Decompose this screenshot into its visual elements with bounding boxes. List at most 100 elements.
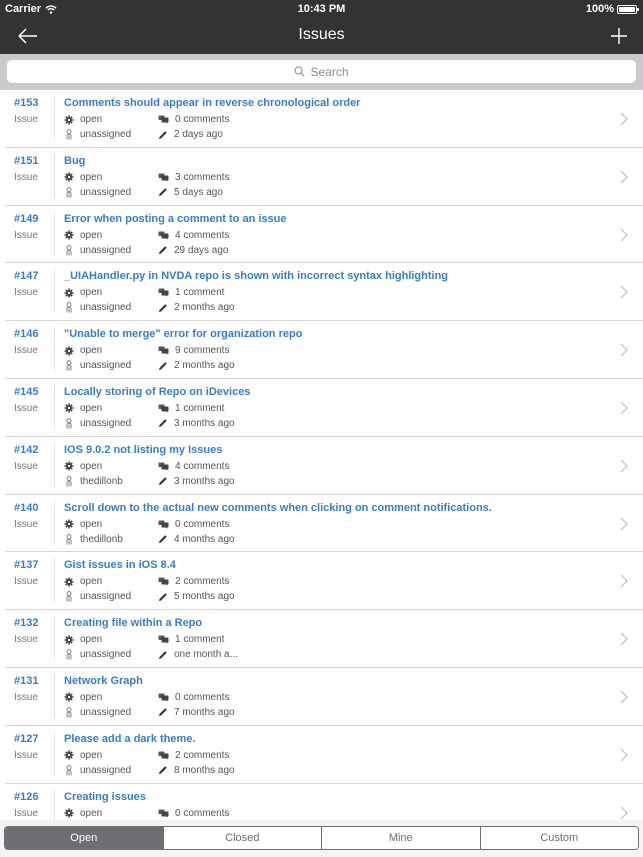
issue-row[interactable]: #140 Issue Scroll down to the actual new… xyxy=(5,495,643,553)
comments-icon xyxy=(158,346,169,355)
issue-state: open xyxy=(64,172,102,183)
gear-icon xyxy=(64,461,74,471)
row-divider xyxy=(54,153,55,198)
filter-tab-custom[interactable]: Custom xyxy=(479,827,638,849)
filter-tab-closed[interactable]: Closed xyxy=(162,827,321,849)
issue-assignee: unassigned xyxy=(64,360,131,371)
issue-type: Issue xyxy=(14,749,38,761)
issue-row[interactable]: #142 Issue IOS 9.0.2 not listing my Issu… xyxy=(5,437,643,495)
navigation-bar: Issues xyxy=(0,18,643,54)
gear-icon xyxy=(64,346,74,356)
chevron-right-icon xyxy=(620,517,628,531)
chevron-right-icon xyxy=(620,112,628,126)
issue-assignee: unassigned xyxy=(64,245,131,256)
filter-tab-open[interactable]: Open xyxy=(5,827,163,849)
updated-label: 4 months ago xyxy=(174,533,235,545)
state-label: open xyxy=(80,518,103,530)
row-divider xyxy=(54,327,55,372)
gear-icon xyxy=(64,115,74,124)
chevron-right-icon xyxy=(620,343,628,357)
issue-number: #147 xyxy=(14,270,39,283)
issue-type: Issue xyxy=(14,402,38,414)
person-icon xyxy=(66,707,72,718)
issue-id-block: #146 Issue xyxy=(14,328,54,356)
issue-row[interactable]: #151 Issue Bug open unassigned 3 comment… xyxy=(5,148,643,206)
issue-state: open xyxy=(64,808,102,819)
updated-label: 3 months ago xyxy=(174,475,235,487)
issue-updated: 2 months ago xyxy=(158,360,235,371)
gear-icon xyxy=(64,635,74,645)
issue-type: Issue xyxy=(14,460,38,472)
person-icon xyxy=(66,533,72,545)
issue-id-block: #140 Issue xyxy=(14,502,54,530)
row-divider xyxy=(54,269,55,314)
status-bar: Carrier 10:43 PM 100% xyxy=(0,0,643,18)
issue-assignee: thedillonb xyxy=(64,476,123,487)
issue-updated: 4 months ago xyxy=(158,534,235,545)
issue-assignee: unassigned xyxy=(64,707,131,718)
assignee-label: unassigned xyxy=(80,244,132,256)
issue-title: Gist issues in iOS 8.4 xyxy=(64,559,176,572)
issue-row[interactable]: #153 Issue Comments should appear in rev… xyxy=(5,90,643,148)
filter-tab-mine[interactable]: Mine xyxy=(321,827,480,849)
person-icon xyxy=(66,244,72,256)
comments-icon xyxy=(158,693,169,702)
issue-updated: one month a... xyxy=(158,649,238,660)
gear-icon xyxy=(64,403,74,413)
row-divider xyxy=(54,731,55,776)
issue-row[interactable]: #146 Issue "Unable to merge" error for o… xyxy=(5,321,643,379)
comments-count: 1 comment xyxy=(175,402,225,414)
issue-number: #137 xyxy=(14,559,39,572)
person-icon xyxy=(66,360,72,371)
chevron-right-icon xyxy=(620,748,628,762)
issue-comments: 1 comment xyxy=(158,403,224,414)
comments-icon xyxy=(158,173,169,182)
issue-row[interactable]: #132 Issue Creating file within a Repo o… xyxy=(5,610,643,668)
issue-state: open xyxy=(64,750,102,761)
issue-type: Issue xyxy=(14,691,38,703)
add-issue-button[interactable] xyxy=(607,24,631,48)
filter-segmented-control: Open Closed Mine Custom xyxy=(4,826,639,850)
issue-type: Issue xyxy=(14,345,38,357)
issue-state: open xyxy=(64,114,102,125)
issue-type: Issue xyxy=(14,114,38,125)
issue-row[interactable]: #147 Issue _UIAHandler.py in NVDA repo i… xyxy=(5,263,643,322)
issue-updated: 3 months ago xyxy=(158,476,235,487)
assignee-label: unassigned xyxy=(80,186,132,198)
comments-count: 1 comment xyxy=(175,634,225,646)
row-divider xyxy=(54,211,55,256)
issue-updated: 7 months ago xyxy=(158,707,235,718)
state-label: open xyxy=(80,171,103,183)
issue-comments: 0 comments xyxy=(158,114,229,125)
gear-icon xyxy=(64,577,74,587)
assignee-label: unassigned xyxy=(80,591,132,603)
comments-icon xyxy=(158,635,169,644)
comments-icon xyxy=(158,231,169,240)
issue-title: Creating file within a Repo xyxy=(64,617,203,630)
updated-label: 5 months ago xyxy=(174,591,235,603)
issue-row[interactable]: #126 Issue Creating issues open 0 commen… xyxy=(5,784,643,820)
issue-row[interactable]: #145 Issue Locally storing of Repo on iD… xyxy=(5,379,643,437)
issue-title: "Unable to merge" error for organization… xyxy=(64,328,303,341)
issue-number: #151 xyxy=(14,154,39,167)
battery-indicator: 100% xyxy=(586,3,639,15)
issue-title: Locally storing of Repo on iDevices xyxy=(64,385,251,398)
issue-assignee: thedillonb xyxy=(64,534,123,545)
comments-icon xyxy=(158,577,169,587)
comments-icon xyxy=(158,288,169,298)
issue-number: #142 xyxy=(14,443,39,456)
issue-row[interactable]: #149 Issue Error when posting a comment … xyxy=(5,206,643,264)
issue-list[interactable]: #153 Issue Comments should appear in rev… xyxy=(0,90,643,820)
issue-id-block: #132 Issue xyxy=(14,617,54,645)
issue-title: Comments should appear in reverse chrono… xyxy=(64,97,361,109)
issue-type: Issue xyxy=(14,287,38,299)
issue-row[interactable]: #131 Issue Network Graph open unassigned xyxy=(5,668,643,726)
issue-comments: 2 comments xyxy=(158,750,229,761)
issue-row[interactable]: #137 Issue Gist issues in iOS 8.4 open u… xyxy=(5,552,643,611)
issue-comments: 9 comments xyxy=(158,345,229,356)
search-input[interactable]: Search xyxy=(7,60,636,83)
person-icon xyxy=(66,129,72,140)
issue-row[interactable]: #127 Issue Please add a dark theme. open… xyxy=(5,726,643,784)
gear-icon xyxy=(64,519,74,529)
assignee-label: unassigned xyxy=(80,417,132,429)
